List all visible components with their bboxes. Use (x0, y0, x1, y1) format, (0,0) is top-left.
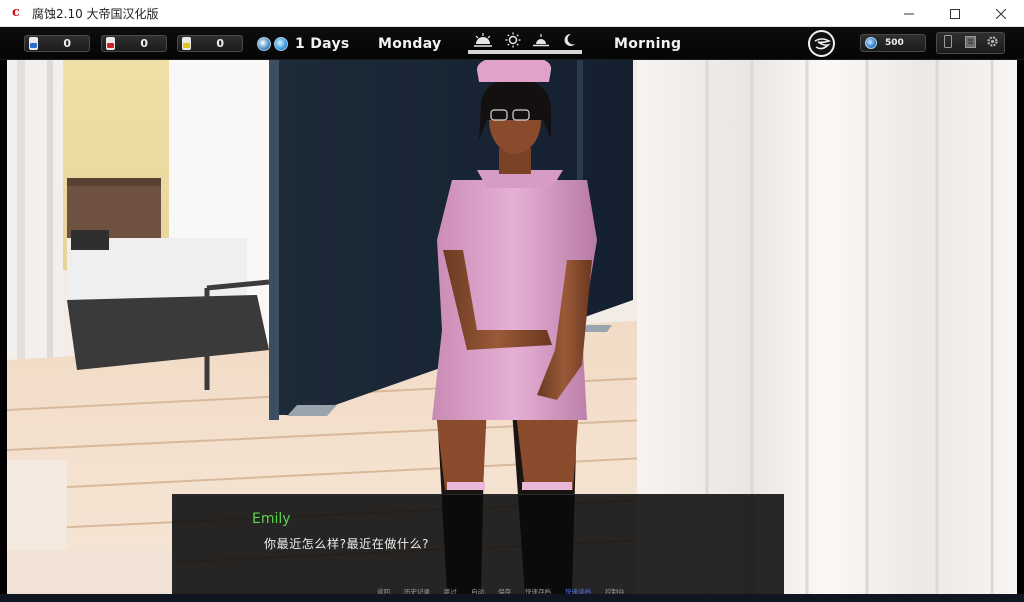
phone-icon[interactable] (939, 35, 957, 51)
maximize-icon (950, 8, 960, 19)
coin-icon (865, 37, 877, 49)
window-title: 腐蚀2.10 大帝国汉化版 (32, 6, 159, 21)
notebook-icon[interactable] (961, 35, 979, 51)
resource-yellow-value: 0 (216, 37, 224, 50)
vial-yellow-icon (182, 37, 191, 50)
gear-icon[interactable] (984, 35, 1002, 51)
pill-icon (257, 37, 271, 51)
app-icon: c (12, 5, 20, 20)
swirl-logo-icon (814, 37, 831, 49)
money-value: 500 (885, 38, 904, 48)
weekday-label: Monday (378, 36, 442, 52)
resource-blue-value: 0 (63, 37, 71, 50)
money-display[interactable]: 500 (860, 34, 926, 52)
maximize-button[interactable] (932, 0, 978, 27)
resource-blue[interactable]: 0 (24, 35, 90, 52)
resource-red[interactable]: 0 (101, 35, 167, 52)
window-titlebar: c 腐蚀2.10 大帝国汉化版 (0, 0, 1024, 27)
resource-yellow[interactable]: 0 (177, 35, 243, 52)
sunrise-icon (474, 32, 493, 47)
logo-button[interactable] (808, 30, 835, 57)
hud-menu (936, 32, 1005, 54)
vial-red-icon (106, 37, 115, 50)
game-hud: 0 0 0 1 Days Monday Morning 500 (0, 27, 1024, 60)
day-counter: 1 Days (295, 36, 350, 52)
dialogue-box[interactable]: Emily 你最近怎么样?最近在做什么? 返回 历史记录 跳过 自动 保存 快速… (172, 494, 784, 596)
time-of-day-label: Morning (614, 36, 682, 52)
speaker-name: Emily (252, 511, 291, 527)
orb-icon (274, 37, 288, 51)
close-icon (996, 8, 1006, 19)
minimize-button[interactable] (886, 0, 932, 27)
time-progress-line (468, 50, 582, 52)
vial-blue-icon (29, 37, 38, 50)
sun-icon (505, 32, 521, 47)
minimize-icon (904, 13, 914, 14)
sunset-icon (533, 33, 550, 46)
close-button[interactable] (978, 0, 1024, 27)
dialogue-text: 你最近怎么样?最近在做什么? (264, 537, 430, 551)
resource-red-value: 0 (140, 37, 148, 50)
window-bottom-edge (0, 594, 1024, 602)
window-controls (886, 0, 1024, 27)
days-icons (257, 37, 288, 51)
moon-icon (564, 33, 575, 46)
